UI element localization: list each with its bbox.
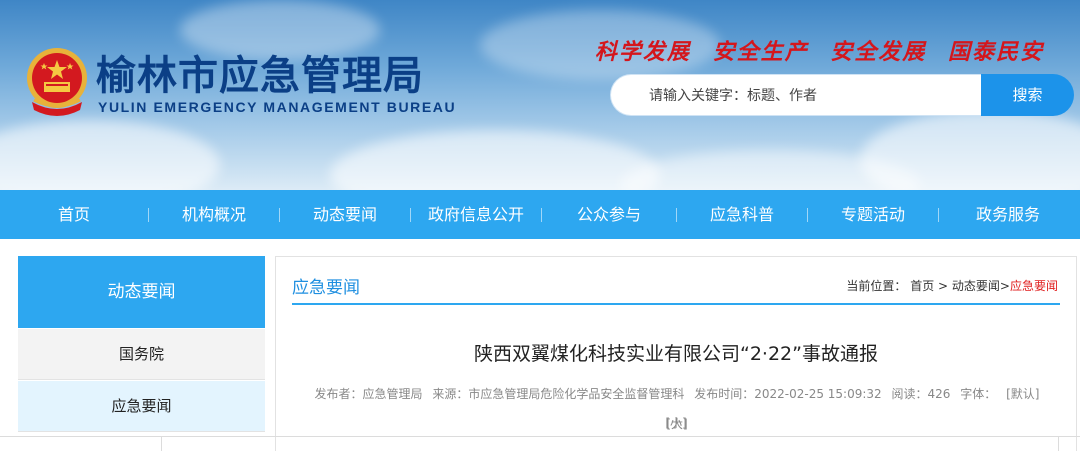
article-read-count: 阅读：426 (891, 387, 951, 401)
sidebar-item-emergency-news[interactable]: 应急要闻 (18, 381, 265, 432)
nav-item-organization[interactable]: 机构概况 (149, 190, 279, 239)
article-source: 来源：市应急管理局危险化学品安全监督管理科 (432, 387, 685, 401)
slogan-text: 安全发展 (830, 39, 927, 65)
article-publisher: 发布者：应急管理局 (314, 387, 423, 401)
nav-item-news[interactable]: 动态要闻 (280, 190, 410, 239)
slogan-text: 安全生产 (712, 39, 809, 65)
search-box (610, 74, 982, 117)
sidebar: 动态要闻 国务院 应急要闻 (18, 256, 265, 451)
breadcrumb-separator: > (934, 279, 952, 293)
divider (1058, 437, 1059, 451)
article-title: 陕西双翼煤化科技实业有限公司“2·22”事故通报 (474, 343, 878, 365)
breadcrumb-news-link[interactable]: 动态要闻 (952, 279, 1000, 293)
nav-item-emergency-science[interactable]: 应急科普 (677, 190, 807, 239)
slogan-text: 科学发展 (594, 39, 691, 65)
nav-item-gov-services[interactable]: 政务服务 (939, 190, 1077, 239)
site-title: 榆林市应急管理局 (96, 53, 424, 99)
article-publish-time: 发布时间：2022-02-25 15:09:32 (694, 387, 882, 401)
breadcrumb: 当前位置： 首页 > 动态要闻>应急要闻 (846, 279, 1058, 293)
nav-item-public-participation[interactable]: 公众参与 (542, 190, 676, 239)
search-button[interactable]: 搜索 (981, 74, 1074, 116)
cloud-decoration (860, 110, 1080, 190)
national-emblem-icon (27, 48, 87, 116)
search-input[interactable] (647, 75, 971, 117)
breadcrumb-prefix: 当前位置： (846, 279, 907, 293)
cloud-decoration (0, 120, 220, 190)
font-size-small[interactable]: [小] (665, 416, 686, 430)
section-header: 应急要闻 当前位置： 首页 > 动态要闻>应急要闻 (292, 271, 1060, 305)
nav-item-gov-info[interactable]: 政府信息公开 (411, 190, 541, 239)
font-size-default[interactable]: [默认] (1006, 387, 1039, 401)
nav-item-home[interactable]: 首页 (0, 190, 148, 239)
divider (161, 437, 162, 451)
section-title: 应急要闻 (292, 278, 360, 298)
cloud-decoration (330, 130, 660, 190)
nav-item-special-events[interactable]: 专题活动 (808, 190, 938, 239)
breadcrumb-home-link[interactable]: 首页 (910, 279, 934, 293)
divider (0, 436, 1080, 437)
main-nav: 首页 机构概况 动态要闻 政府信息公开 公众参与 应急科普 专题活动 政务服务 (0, 190, 1080, 239)
sidebar-item-state-council[interactable]: 国务院 (18, 329, 265, 380)
article-panel: 应急要闻 当前位置： 首页 > 动态要闻>应急要闻 陕西双翼煤化科技实业有限公司… (275, 256, 1077, 451)
article-meta-row2: [小] (276, 409, 1076, 437)
site-subtitle: YULIN EMERGENCY MANAGEMENT BUREAU (98, 99, 457, 115)
cloud-decoration (180, 0, 380, 60)
breadcrumb-current: 应急要闻 (1009, 279, 1058, 293)
slogan-banner: 科学发展 安全生产 安全发展 国泰民安 (583, 34, 1044, 66)
font-size-label: 字体： (960, 387, 997, 401)
sidebar-heading: 动态要闻 (18, 256, 265, 328)
slogan-text: 国泰民安 (947, 39, 1044, 65)
site-header: 榆林市应急管理局 YULIN EMERGENCY MANAGEMENT BURE… (0, 0, 1080, 190)
